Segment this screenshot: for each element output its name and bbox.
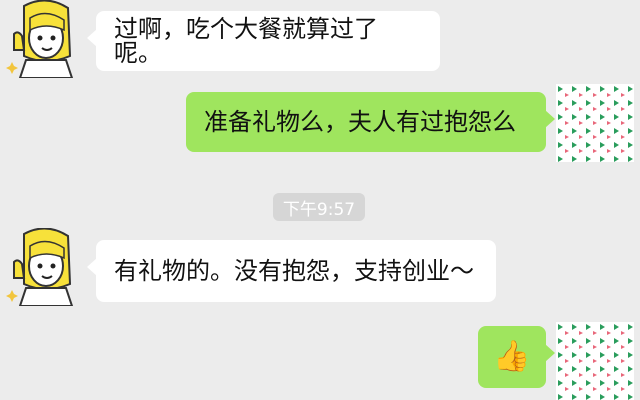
contact-avatar[interactable] (6, 0, 84, 78)
message-text: 过啊，吃个大餐就算过了呢。 (114, 15, 378, 67)
timestamp-badge: 下午9:57 (273, 193, 365, 221)
triangle-pattern-avatar-icon (556, 322, 634, 400)
thumbs-up-icon: 👍 (493, 339, 531, 374)
contact-avatar[interactable] (6, 228, 84, 306)
triangle-pattern-avatar-icon (556, 84, 634, 162)
my-avatar[interactable] (556, 84, 634, 162)
message-text: 有礼物的。没有抱怨，支持创业～ (114, 257, 474, 285)
message-bubble-received[interactable]: 有礼物的。没有抱怨，支持创业～ (87, 240, 496, 302)
cartoon-avatar-icon (6, 0, 84, 78)
message-bubble-sent[interactable]: 准备礼物么，夫人有过抱怨么 (186, 92, 555, 152)
cartoon-avatar-icon (6, 228, 84, 306)
message-bubble-received[interactable]: 过啊，吃个大餐就算过了呢。 (87, 11, 440, 71)
message-text: 准备礼物么，夫人有过抱怨么 (204, 108, 516, 136)
my-avatar[interactable] (556, 322, 634, 400)
message-bubble-sent[interactable]: 👍 (478, 326, 555, 388)
